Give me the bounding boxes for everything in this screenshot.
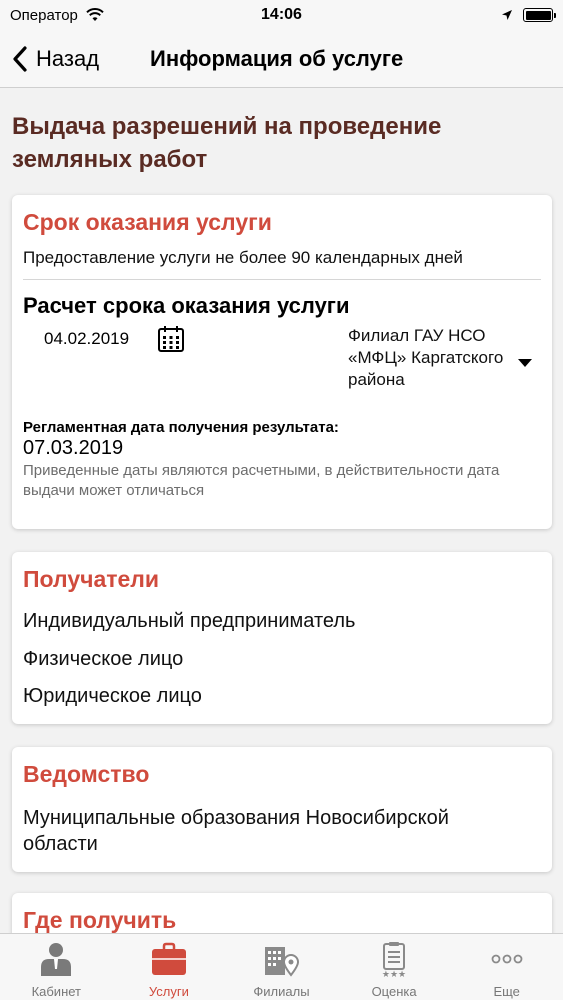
list-item: Индивидуальный предприниматель: [23, 610, 356, 632]
recipients-card: Получатели Индивидуальный предпринимател…: [12, 552, 552, 724]
disclaimer-note: Приведенные даты являются расчетными, в …: [23, 462, 500, 499]
divider: [23, 279, 541, 280]
where-card: Где получить: [12, 893, 552, 933]
content-scroll[interactable]: Выдача разрешений на проведение земляных…: [0, 88, 563, 933]
branch-select-value: Филиал ГАУ НСО «МФЦ» Каргатского района: [348, 326, 504, 389]
status-right: [501, 8, 556, 22]
branch-select[interactable]: Филиал ГАУ НСО «МФЦ» Каргатского района: [348, 325, 538, 391]
agency-card-title: Ведомство: [23, 761, 150, 787]
tab-services[interactable]: Услуги: [113, 934, 226, 1000]
briefcase-icon: [151, 942, 186, 975]
list-item: Физическое лицо: [23, 648, 184, 670]
calc-title: Расчет срока оказания услуги: [23, 293, 350, 318]
building-location-icon: [265, 947, 300, 977]
agency-card: Ведомство Муниципальные образования Ново…: [12, 747, 552, 872]
tab-label: Услуги: [148, 984, 189, 999]
back-button[interactable]: Назад: [12, 42, 99, 76]
list-item: Юридическое лицо: [23, 685, 202, 707]
tab-more[interactable]: Еще: [450, 934, 563, 1000]
result-date-label: Регламентная дата получения результата:: [23, 419, 339, 436]
page-title: Информация об услуге: [150, 46, 404, 71]
svg-text:★★★: ★★★: [382, 970, 406, 977]
battery-icon: [523, 8, 556, 22]
term-card-text: Предоставление услуги не более 90 календ…: [23, 248, 463, 267]
where-card-title: Где получить: [23, 907, 177, 933]
status-bar: Оператор 14:06: [0, 0, 563, 30]
status-left: Оператор: [10, 7, 104, 24]
wifi-icon: [86, 8, 104, 21]
result-date: 07.03.2019: [23, 437, 124, 459]
dropdown-arrow-icon: [518, 359, 532, 367]
clipboard-rating-icon: ★★★: [382, 942, 406, 977]
tab-branches[interactable]: Филиалы: [225, 934, 338, 1000]
agency-card-text: Муниципальные образования Новосибирской …: [23, 807, 449, 855]
tab-bar: Кабинет Услуги Филиалы ★★★ Оценка Еще: [0, 933, 563, 1000]
carrier-label: Оператор: [10, 6, 78, 24]
tab-cabinet[interactable]: Кабинет: [0, 934, 113, 1000]
calendar-icon[interactable]: [157, 325, 185, 353]
date-field[interactable]: 04.02.2019: [44, 329, 129, 349]
location-arrow-icon: [502, 10, 512, 20]
term-card-title: Срок оказания услуги: [23, 209, 272, 235]
tab-label: Филиалы: [253, 984, 310, 999]
chevron-left-icon: [13, 46, 27, 72]
tab-label: Кабинет: [31, 984, 82, 999]
tab-label: Еще: [493, 984, 520, 999]
term-card: Срок оказания услуги Предоставление услу…: [12, 195, 552, 529]
recipients-card-title: Получатели: [23, 566, 160, 592]
tab-rating[interactable]: ★★★ Оценка: [338, 934, 451, 1000]
navigation-bar: Назад Информация об услуге: [0, 30, 563, 88]
service-title: Выдача разрешений на проведение земляных…: [12, 113, 442, 173]
more-dots-icon: [491, 954, 523, 964]
user-icon: [41, 943, 72, 976]
tab-label: Оценка: [371, 984, 417, 999]
back-label: Назад: [36, 46, 100, 71]
